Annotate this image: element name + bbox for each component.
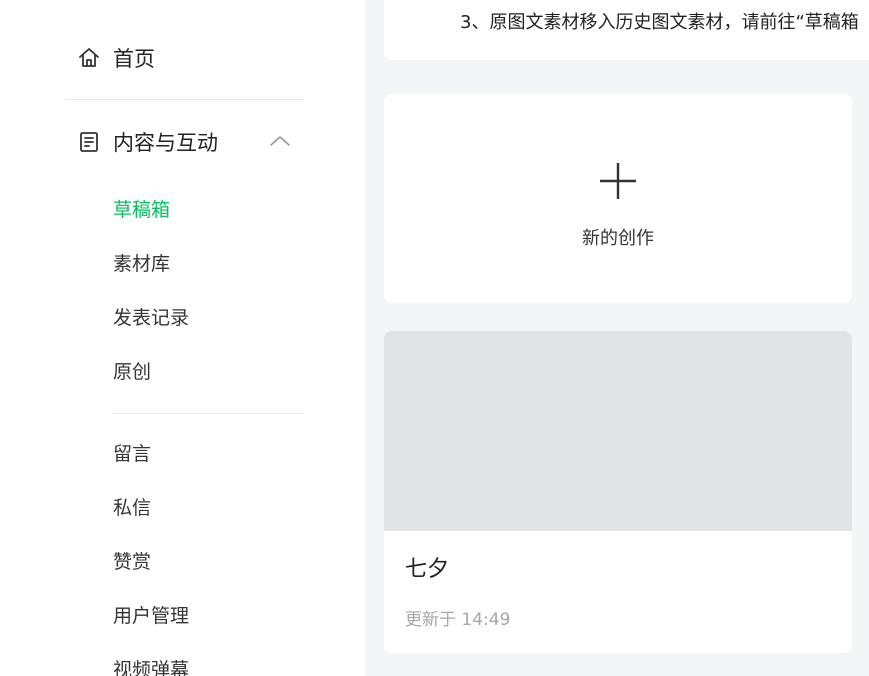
document-icon [77,130,101,154]
sidebar-item-messages[interactable]: 私信 [113,496,151,520]
sidebar-item-user-management[interactable]: 用户管理 [113,604,189,628]
sidebar-item-video-danmaku[interactable]: 视频弹幕 [113,658,189,676]
app-page: 首页 内容与互动 草稿箱 素材库 发表记录 原创 留言 私信 赞赏 用户管理 视… [0,0,869,676]
draft-title: 七夕 [405,557,450,582]
notice-card: 3、原图文素材移入历史图文素材，请前往“草稿箱 [384,0,869,60]
chevron-up-icon[interactable] [269,134,291,148]
new-creation-label: 新的创作 [582,228,654,249]
sidebar-item-comments[interactable]: 留言 [113,442,151,466]
draft-updated-time: 更新于 14:49 [405,610,511,630]
nav-home-label: 首页 [113,47,155,71]
sidebar-item-materials[interactable]: 素材库 [113,252,170,276]
nav-home[interactable]: 首页 [77,40,317,76]
sidebar: 首页 内容与互动 草稿箱 素材库 发表记录 原创 留言 私信 赞赏 用户管理 视… [0,0,365,676]
sidebar-item-publish-records[interactable]: 发表记录 [113,306,189,330]
main-content: 3、原图文素材移入历史图文素材，请前往“草稿箱 新的创作 七夕 更新于 14:4… [365,0,869,676]
draft-card[interactable]: 七夕 更新于 14:49 [384,331,852,653]
plus-icon [600,163,636,203]
new-creation-card[interactable]: 新的创作 [384,94,852,303]
sidebar-item-rewards[interactable]: 赞赏 [113,550,151,574]
sidebar-item-original[interactable]: 原创 [113,360,151,384]
sidebar-sub-divider [113,413,304,414]
draft-cover-image [384,331,852,531]
sidebar-item-drafts[interactable]: 草稿箱 [113,198,170,222]
nav-content-interaction[interactable]: 内容与互动 [77,124,305,160]
sidebar-divider [65,99,304,100]
home-icon [77,46,101,70]
nav-content-label: 内容与互动 [113,131,218,155]
notice-text: 3、原图文素材移入历史图文素材，请前往“草稿箱 [460,12,859,33]
